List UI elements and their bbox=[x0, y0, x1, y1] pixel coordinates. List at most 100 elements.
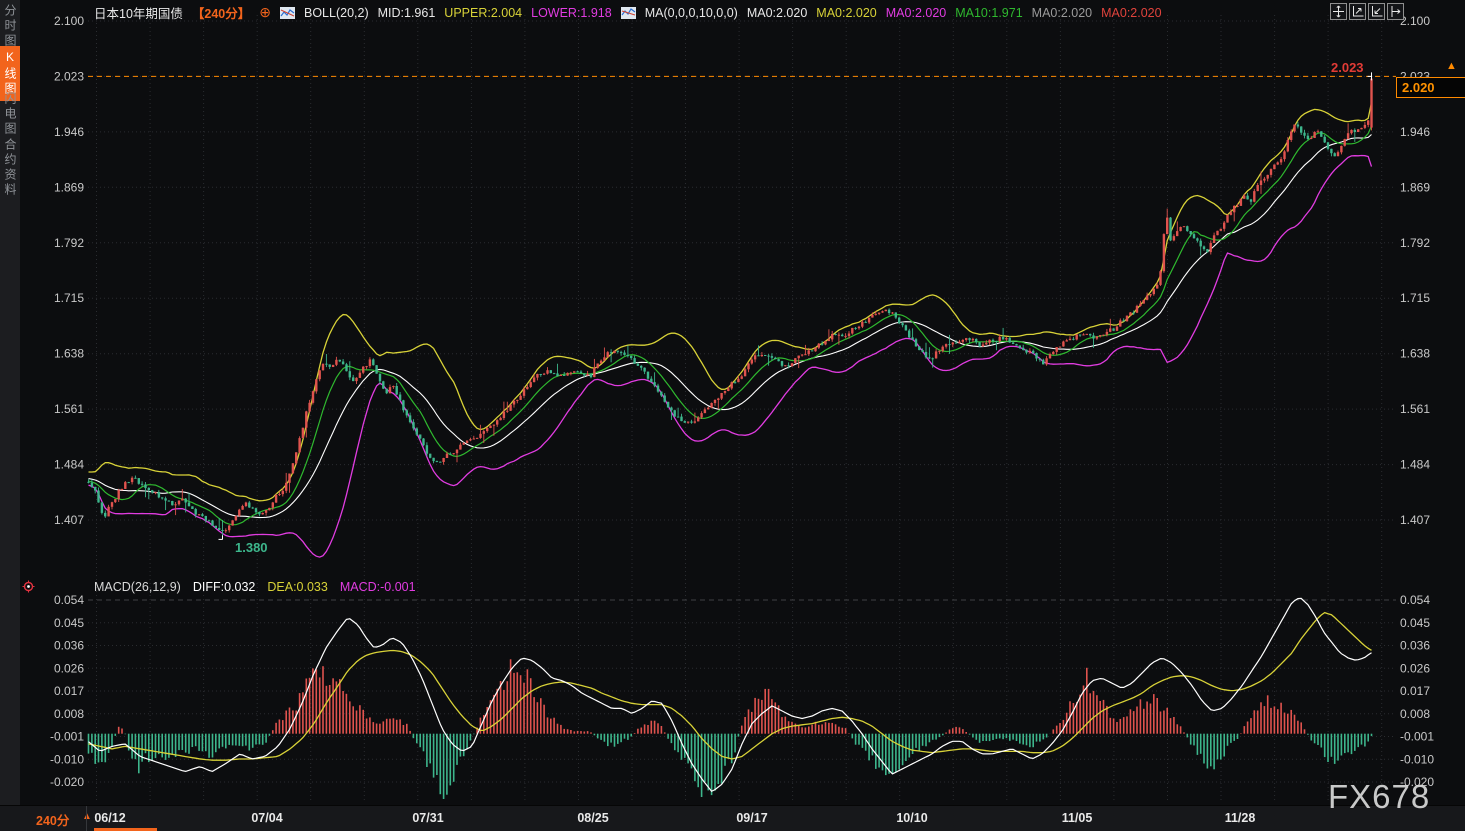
svg-text:0.026: 0.026 bbox=[1400, 661, 1430, 675]
svg-text:-0.010: -0.010 bbox=[50, 752, 84, 766]
svg-text:1.715: 1.715 bbox=[1400, 291, 1430, 305]
boll-label: BOLL(20,2) bbox=[304, 6, 369, 20]
chart-toolbar bbox=[1330, 3, 1404, 20]
svg-text:-0.010: -0.010 bbox=[1400, 752, 1434, 766]
svg-text:1.946: 1.946 bbox=[54, 125, 84, 139]
time-label: 07/31 bbox=[412, 811, 443, 825]
svg-text:1.484: 1.484 bbox=[1400, 458, 1430, 472]
zoom-in-axes-button[interactable] bbox=[1349, 3, 1366, 20]
ma-value-1: MA0:2.020 bbox=[816, 6, 876, 20]
ma-value-5: MA0:2.020 bbox=[1101, 6, 1161, 20]
svg-text:1.638: 1.638 bbox=[1400, 347, 1430, 361]
ma-value-0: MA0:2.020 bbox=[747, 6, 807, 20]
svg-text:0.026: 0.026 bbox=[54, 661, 84, 675]
macd-dea-line bbox=[89, 613, 1372, 761]
svg-text:0.036: 0.036 bbox=[54, 639, 84, 653]
period-badge: 【240分】 bbox=[192, 3, 250, 22]
svg-text:0.036: 0.036 bbox=[1400, 639, 1430, 653]
zoom-in-axes-icon bbox=[1351, 5, 1364, 18]
boll-upper-line bbox=[89, 103, 1372, 501]
move-tool-button[interactable] bbox=[1330, 3, 1347, 20]
session-low-label: 1.380 bbox=[235, 540, 268, 555]
time-label: 10/10 bbox=[896, 811, 927, 825]
fx678-watermark: FX678 bbox=[1328, 778, 1430, 816]
svg-text:0.054: 0.054 bbox=[54, 593, 84, 607]
zoom-out-axes-button[interactable] bbox=[1368, 3, 1385, 20]
axis-separator bbox=[86, 806, 87, 831]
svg-text:0.008: 0.008 bbox=[54, 707, 84, 721]
session-high-label: 2.023 bbox=[1331, 60, 1364, 75]
svg-text:-0.020: -0.020 bbox=[50, 775, 84, 789]
svg-text:1.869: 1.869 bbox=[54, 180, 84, 194]
svg-text:0.008: 0.008 bbox=[1400, 707, 1430, 721]
pan-right-icon bbox=[1389, 5, 1402, 18]
ma-value-2: MA0:2.020 bbox=[886, 6, 946, 20]
svg-text:0.017: 0.017 bbox=[1400, 684, 1430, 698]
sidebar-item-time-chart[interactable]: 分时图 bbox=[0, 4, 20, 49]
svg-text:0.017: 0.017 bbox=[54, 684, 84, 698]
sidebar-item-contract-info[interactable]: 合约资料 bbox=[0, 138, 20, 198]
sidebar: 分时图 K线图 闪电图 合约资料 bbox=[0, 0, 20, 806]
price-axis-labels: 2.100 2.100 2.023 2.023 1.946 1.946 1.869 1.869… bbox=[50, 14, 1434, 789]
last-price-marker: 2.020 bbox=[1396, 77, 1465, 98]
indicator-settings-icon[interactable]: ⊕ bbox=[259, 4, 271, 21]
time-label: 11/28 bbox=[1225, 811, 1256, 825]
svg-text:0.054: 0.054 bbox=[1400, 593, 1430, 607]
trading-app-window: 2.100 2.100 2.023 2.023 1.946 1.946 1.869 1.869… bbox=[0, 0, 1465, 831]
svg-text:2.100: 2.100 bbox=[54, 14, 84, 28]
ma-label: MA(0,0,0,10,0,0) bbox=[645, 6, 738, 20]
macd-macd-value: MACD:-0.001 bbox=[340, 580, 416, 594]
chart-header: 日本10年期国债 【240分】 ⊕ BOLL(20,2) MID:1.961 U… bbox=[94, 4, 1162, 21]
svg-text:-0.001: -0.001 bbox=[1400, 730, 1434, 744]
boll-chart-icon[interactable] bbox=[280, 7, 295, 19]
svg-text:1.407: 1.407 bbox=[1400, 513, 1430, 527]
ma-chart-icon[interactable] bbox=[621, 7, 636, 19]
svg-text:-0.001: -0.001 bbox=[50, 730, 84, 744]
grid-lines bbox=[88, 15, 1396, 800]
ma-value-4: MA0:2.020 bbox=[1032, 6, 1092, 20]
macd-diff-line bbox=[89, 598, 1372, 791]
svg-text:1.407: 1.407 bbox=[54, 513, 84, 527]
chart-canvas[interactable]: 2.100 2.100 2.023 2.023 1.946 1.946 1.869 1.869… bbox=[0, 0, 1465, 831]
svg-text:2.100: 2.100 bbox=[1400, 14, 1430, 28]
boll-mid-value: MID:1.961 bbox=[378, 6, 436, 20]
svg-text:1.792: 1.792 bbox=[54, 236, 84, 250]
svg-text:2.023: 2.023 bbox=[54, 69, 84, 83]
svg-text:1.946: 1.946 bbox=[1400, 125, 1430, 139]
sidebar-item-flash-chart[interactable]: 闪电图 bbox=[0, 92, 20, 137]
macd-diff-value: DIFF:0.032 bbox=[193, 580, 256, 594]
macd-header: MACD(26,12,9) DIFF:0.032 DEA:0.033 MACD:… bbox=[94, 580, 416, 594]
boll-upper-value: UPPER:2.004 bbox=[444, 6, 522, 20]
time-label: 09/17 bbox=[736, 811, 767, 825]
indicator-live-icon bbox=[22, 580, 35, 598]
svg-text:1.869: 1.869 bbox=[1400, 180, 1430, 194]
instrument-title: 日本10年期国债 bbox=[94, 3, 183, 22]
boll-mid-line bbox=[89, 135, 1372, 518]
macd-dea-value: DEA:0.033 bbox=[267, 580, 327, 594]
boll-lower-line bbox=[89, 156, 1372, 558]
price-up-arrow-icon: ▲ bbox=[1446, 60, 1457, 72]
svg-text:0.045: 0.045 bbox=[54, 616, 84, 630]
svg-text:1.561: 1.561 bbox=[1400, 402, 1430, 416]
svg-text:1.638: 1.638 bbox=[54, 347, 84, 361]
candles bbox=[87, 76, 1372, 539]
time-axis-bar: 240分 ▲ 06/1207/0407/3108/2509/1710/1011/… bbox=[0, 805, 1465, 831]
pan-right-button[interactable] bbox=[1387, 3, 1404, 20]
svg-text:1.484: 1.484 bbox=[54, 458, 84, 472]
time-label: 06/12 bbox=[94, 811, 125, 825]
period-selector[interactable]: 240分 bbox=[36, 810, 69, 829]
time-label: 07/04 bbox=[251, 811, 282, 825]
ma-value-3: MA10:1.971 bbox=[955, 6, 1022, 20]
time-label: 08/25 bbox=[577, 811, 608, 825]
zoom-out-axes-icon bbox=[1370, 5, 1383, 18]
svg-text:1.792: 1.792 bbox=[1400, 236, 1430, 250]
macd-label: MACD(26,12,9) bbox=[94, 580, 181, 594]
move-icon bbox=[1332, 5, 1345, 18]
svg-text:1.561: 1.561 bbox=[54, 402, 84, 416]
svg-text:0.045: 0.045 bbox=[1400, 616, 1430, 630]
low-cross-marker bbox=[219, 535, 223, 539]
time-label: 11/05 bbox=[1062, 811, 1093, 825]
svg-text:1.715: 1.715 bbox=[54, 291, 84, 305]
boll-lower-value: LOWER:1.918 bbox=[531, 6, 612, 20]
macd-histogram bbox=[89, 659, 1372, 799]
